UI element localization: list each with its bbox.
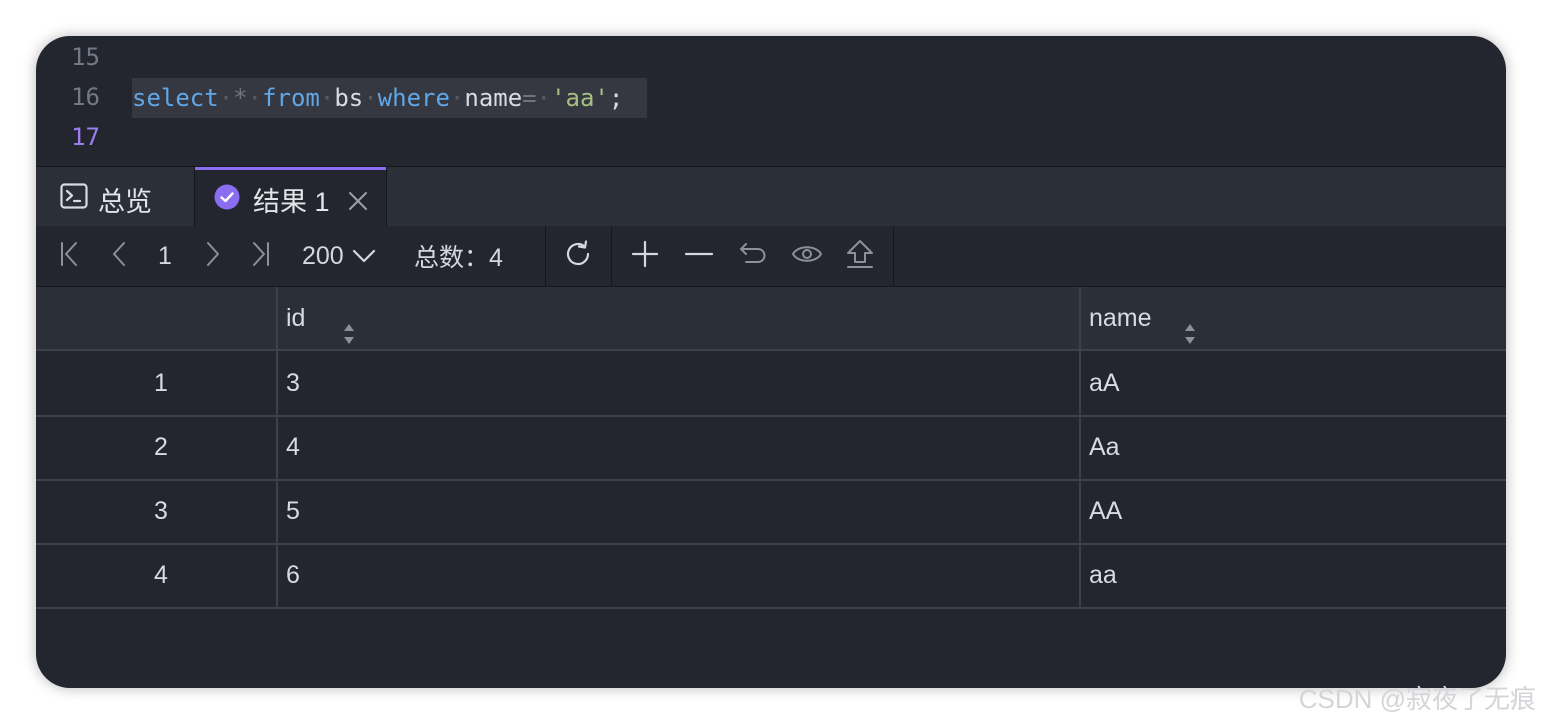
line-number: 15 xyxy=(71,43,100,71)
cell-name[interactable]: aa xyxy=(1089,543,1117,607)
delete-row-button[interactable] xyxy=(682,226,716,286)
tab-result-label: 结果 1 xyxy=(253,187,330,217)
terminal-icon xyxy=(60,183,88,216)
result-toolbar: 1 200 总数：4 xyxy=(36,226,1506,287)
delete-row-icon xyxy=(684,240,714,273)
refresh-button[interactable] xyxy=(560,226,596,286)
page-size-value: 200 xyxy=(302,241,344,270)
row-number: 1 xyxy=(154,369,168,397)
cell-name[interactable]: Aa xyxy=(1089,415,1120,479)
code-line: 15 xyxy=(36,38,1506,78)
row-number: 3 xyxy=(154,497,168,525)
column-header-id[interactable]: id xyxy=(286,287,1086,349)
string-literal: 'aa' xyxy=(551,84,609,112)
total-count: 总数：4 xyxy=(414,226,524,286)
toolbar-divider xyxy=(611,226,612,286)
toolbar-divider xyxy=(545,226,546,286)
first-page-button[interactable] xyxy=(54,226,84,286)
preview-icon xyxy=(791,242,823,271)
refresh-icon xyxy=(563,239,593,274)
line-number: 17 xyxy=(71,123,100,151)
chevron-down-icon xyxy=(352,248,376,264)
total-count-label: 总数：4 xyxy=(414,244,503,272)
prev-page-button[interactable] xyxy=(104,226,134,286)
grid-header: id name xyxy=(36,287,1506,351)
cell-id[interactable]: 6 xyxy=(286,543,300,607)
page-size-select[interactable]: 200 xyxy=(302,226,388,286)
sql-editor[interactable]: 15 16 select·*·from·bs·where·name=·'aa';… xyxy=(36,36,1506,166)
operator-star: * xyxy=(233,84,248,112)
add-row-icon xyxy=(631,240,659,273)
toolbar-divider xyxy=(893,226,894,286)
export-button[interactable] xyxy=(842,226,878,286)
keyword-select: select xyxy=(132,84,219,112)
cell-id[interactable]: 3 xyxy=(286,351,300,415)
column-divider xyxy=(1079,287,1081,607)
row-number: 2 xyxy=(154,433,168,461)
column-name: name xyxy=(464,84,523,112)
result-tabbar: 总览 结果 1 xyxy=(36,166,1506,227)
next-page-button[interactable] xyxy=(198,226,228,286)
table-row[interactable]: 3 5 AA xyxy=(36,479,1506,545)
export-icon xyxy=(845,238,875,275)
code-line-current: 17 xyxy=(36,118,1506,158)
row-number-header xyxy=(36,287,286,349)
line-number: 16 xyxy=(71,83,100,111)
last-page-button[interactable] xyxy=(246,226,276,286)
sql-statement[interactable]: select·*·from·bs·where·name=·'aa'; xyxy=(132,78,648,118)
column-header-name[interactable]: name xyxy=(1089,287,1506,349)
code-line-selected[interactable]: 16 select·*·from·bs·where·name=·'aa'; xyxy=(36,78,1506,118)
column-header-label: id xyxy=(286,304,306,332)
query-window: 15 16 select·*·from·bs·where·name=·'aa';… xyxy=(36,36,1506,688)
tab-result-1[interactable]: 结果 1 xyxy=(195,167,387,226)
tab-overview[interactable]: 总览 xyxy=(36,167,195,226)
preview-button[interactable] xyxy=(788,226,826,286)
cell-name[interactable]: AA xyxy=(1089,479,1122,543)
prev-page-icon xyxy=(110,240,128,273)
table-row[interactable]: 2 4 Aa xyxy=(36,415,1506,481)
last-page-icon xyxy=(250,240,272,273)
next-page-icon xyxy=(204,240,222,273)
close-icon[interactable] xyxy=(348,187,368,218)
cell-name[interactable]: aA xyxy=(1089,351,1120,415)
keyword-where: where xyxy=(377,84,450,112)
row-number: 4 xyxy=(154,561,168,589)
table-name: bs xyxy=(334,84,364,112)
undo-icon xyxy=(738,240,768,273)
operator-equals: = xyxy=(522,84,537,112)
page-number: 1 xyxy=(158,241,172,270)
check-circle-icon xyxy=(214,184,240,217)
column-divider xyxy=(276,287,278,607)
table-row[interactable]: 1 3 aA xyxy=(36,351,1506,417)
cell-id[interactable]: 4 xyxy=(286,415,300,479)
column-header-label: name xyxy=(1089,304,1152,332)
page-number-input[interactable]: 1 xyxy=(150,226,180,286)
tab-overview-label: 总览 xyxy=(98,187,152,217)
undo-button[interactable] xyxy=(736,226,770,286)
first-page-icon xyxy=(58,240,80,273)
table-row[interactable]: 4 6 aa xyxy=(36,543,1506,609)
semicolon: ; xyxy=(608,84,624,112)
add-row-button[interactable] xyxy=(628,226,662,286)
cell-id[interactable]: 5 xyxy=(286,479,300,543)
keyword-from: from xyxy=(262,84,320,112)
watermark: CSDN @寂夜了无痕 xyxy=(1298,684,1536,714)
